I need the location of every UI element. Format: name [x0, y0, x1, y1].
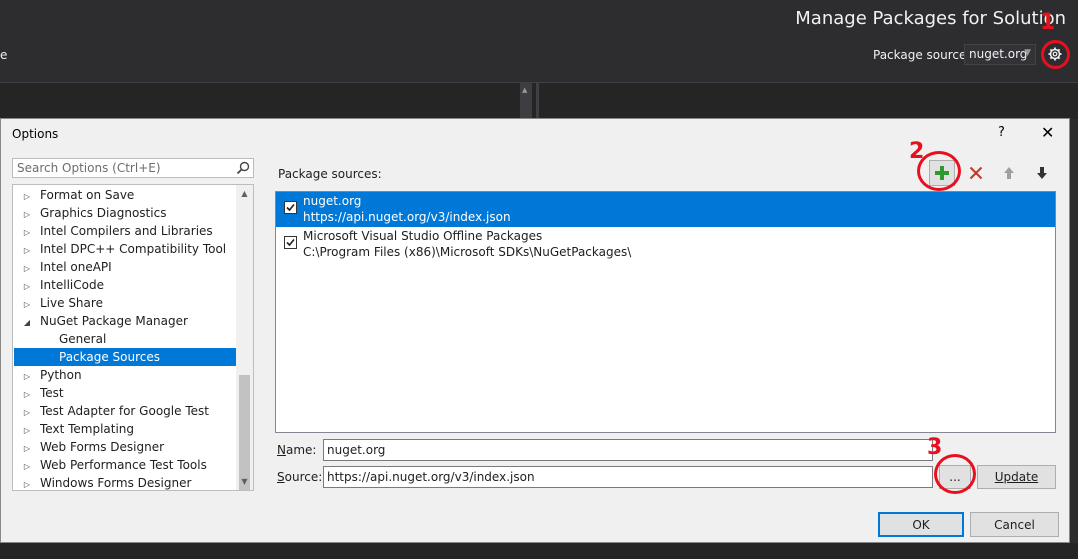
tree-item-label: NuGet Package Manager — [40, 314, 188, 328]
tree-item-label: Web Forms Designer — [40, 440, 165, 454]
vs-header: e Manage Packages for Solution Package s… — [0, 0, 1078, 82]
arrow-up-icon — [1004, 167, 1014, 179]
scroll-down-icon[interactable]: ▼ — [236, 473, 253, 490]
host-bottom-strip — [0, 543, 1078, 559]
package-sources-list: nuget.org https://api.nuget.org/v3/index.… — [275, 191, 1056, 433]
search-input[interactable] — [13, 159, 231, 177]
tree-item-label: Intel DPC++ Compatibility Tool — [40, 242, 227, 256]
tree-item-label: Test — [40, 386, 64, 400]
source-url: C:\Program Files (x86)\Microsoft SDKs\Nu… — [303, 245, 632, 259]
annotation-number-3: 3 — [927, 435, 943, 460]
tree-item[interactable]: ▷ Intel DPC++ Compatibility Tool — [14, 240, 236, 258]
tree-item-label: Graphics Diagnostics — [40, 206, 167, 220]
source-label: Source: — [277, 470, 323, 484]
tree-item-label: Test Adapter for Google Test — [40, 404, 209, 418]
package-source-label: Package source: — [873, 48, 971, 62]
help-button[interactable]: ? — [998, 125, 1005, 140]
checkmark-icon — [286, 238, 295, 247]
tree-item[interactable]: ▷ Windows Forms Designer — [14, 474, 236, 490]
annotation-number-1: 1 — [1040, 10, 1056, 35]
scroll-up-icon: ▲ — [522, 86, 528, 94]
update-button[interactable]: Update — [977, 465, 1056, 489]
chevron-down-icon: ▼ — [1024, 48, 1031, 58]
options-tree: ▲ ▼ ▷ Format on Save ▷ Graphics Diagnostics… — [12, 184, 254, 491]
move-up-button[interactable] — [996, 160, 1022, 186]
arrow-down-icon — [1037, 167, 1047, 179]
tree-item[interactable]: ▷ Text Templating — [14, 420, 236, 438]
package-source-select[interactable]: nuget.org ▼ — [964, 44, 1036, 65]
cancel-button[interactable]: Cancel — [970, 512, 1059, 537]
host-content-strip — [0, 83, 1078, 119]
tree-item-label: Live Share — [40, 296, 103, 310]
tree-item[interactable]: ▷ Web Forms Designer — [14, 438, 236, 456]
source-url: https://api.nuget.org/v3/index.json — [303, 210, 511, 224]
source-name: nuget.org — [303, 194, 362, 208]
name-input[interactable] — [324, 440, 926, 460]
tree-item[interactable]: ▷ Intel oneAPI — [14, 258, 236, 276]
tree-item-label: Windows Forms Designer — [40, 476, 192, 490]
tree-item-label: Intel oneAPI — [40, 260, 112, 274]
page-title: Manage Packages for Solution — [795, 8, 1066, 29]
host-scrollbar[interactable]: ▲ — [520, 83, 532, 119]
host-splitter[interactable] — [536, 83, 539, 119]
tree-item-label: Text Templating — [40, 422, 135, 436]
source-field — [323, 466, 933, 488]
tree-item[interactable]: General — [14, 330, 236, 348]
tree-item[interactable]: Package Sources — [14, 348, 236, 366]
tree-item-label: Intel Compilers and Libraries — [40, 224, 213, 238]
tree-item-label: General — [59, 332, 107, 346]
close-button[interactable]: ✕ — [1041, 123, 1054, 142]
tree-item-label: Package Sources — [59, 350, 161, 364]
package-source-value: nuget.org — [969, 47, 1028, 61]
tree-item[interactable]: ▷ IntelliCode — [14, 276, 236, 294]
dialog-title: Options — [12, 127, 59, 141]
source-name: Microsoft Visual Studio Offline Packages — [303, 229, 543, 243]
tree-item[interactable]: ▷ Python — [14, 366, 236, 384]
tree-item[interactable]: ▷ Test Adapter for Google Test — [14, 402, 236, 420]
source-enabled-checkbox[interactable] — [284, 201, 297, 214]
scroll-up-icon[interactable]: ▲ — [236, 185, 253, 202]
package-source-item[interactable]: Microsoft Visual Studio Offline Packages… — [276, 227, 1055, 262]
options-dialog: Options ? ✕ ▲ ▼ ▷Format on Save▷Graphics… — [0, 118, 1070, 543]
source-input[interactable] — [324, 467, 926, 487]
host-left-fragment: e — [0, 48, 8, 62]
checkmark-icon — [286, 203, 295, 212]
tree-item-label: Format on Save — [40, 188, 135, 202]
search-options — [12, 158, 254, 178]
tree-item[interactable]: ▷ Test — [14, 384, 236, 402]
tree-item[interactable]: ▷ Graphics Diagnostics — [14, 204, 236, 222]
annotation-circle-1 — [1041, 40, 1070, 69]
tree-item[interactable]: ▷ Intel Compilers and Libraries — [14, 222, 236, 240]
move-down-button[interactable] — [1029, 160, 1055, 186]
source-enabled-checkbox[interactable] — [284, 236, 297, 249]
package-source-item[interactable]: nuget.org https://api.nuget.org/v3/index.… — [276, 192, 1055, 227]
remove-source-button[interactable] — [963, 160, 989, 186]
ok-button[interactable]: OK — [878, 512, 964, 537]
tree-scrollbar[interactable]: ▲ ▼ — [236, 185, 253, 490]
tree-item-label: Python — [40, 368, 82, 382]
tree-item[interactable]: ▷ Format on Save — [14, 186, 236, 204]
package-sources-label: Package sources: — [278, 167, 382, 181]
annotation-circle-3 — [934, 454, 976, 494]
name-field — [323, 439, 933, 461]
tree-item[interactable]: ◢ NuGet Package Manager — [14, 312, 236, 330]
remove-x-icon — [969, 166, 983, 180]
search-icon — [236, 161, 250, 175]
annotation-circle-2 — [917, 151, 961, 191]
tree-item[interactable]: ▷ Web Performance Test Tools — [14, 456, 236, 474]
name-label: Name: — [277, 443, 317, 457]
expand-arrow-icon[interactable]: ▷ — [22, 476, 32, 490]
tree-item-label: IntelliCode — [40, 278, 104, 292]
tree-item[interactable]: ▷ Live Share — [14, 294, 236, 312]
tree-item-label: Web Performance Test Tools — [40, 458, 207, 472]
